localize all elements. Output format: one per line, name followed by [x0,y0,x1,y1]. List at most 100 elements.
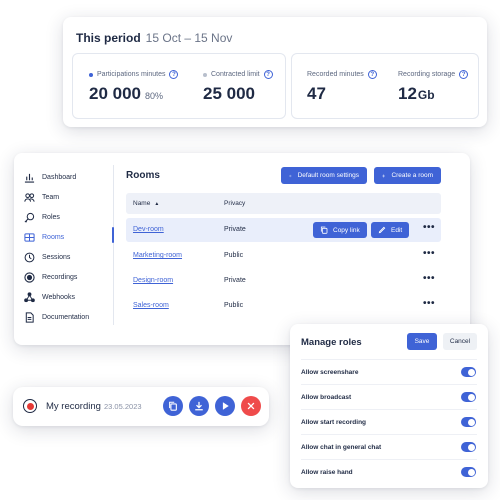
sidebar-item-label: Team [42,193,60,201]
room-name-link[interactable]: Dev-room [133,226,164,233]
recording-storage-number: 12 [398,84,417,103]
room-privacy: Public [224,252,244,259]
default-room-settings-button[interactable]: Default room settings [281,167,367,184]
copy-link-button[interactable]: Copy link [313,222,367,238]
sidebar-item-recordings[interactable]: Recordings [24,267,112,287]
download-button[interactable] [189,396,209,416]
table-row[interactable]: Marketing-room Public ••• [126,244,441,268]
participation-minutes-label: Participations minutes ? [89,70,179,79]
copy-icon [169,401,177,411]
sidebar-item-dashboard[interactable]: Dashboard [24,167,112,187]
period-range: 15 Oct – 15 Nov [145,31,233,45]
team-icon [24,192,35,202]
record-icon [23,399,37,413]
create-room-label: Create a room [391,172,433,179]
sidebar-item-sessions[interactable]: Sessions [24,247,112,267]
sidebar-item-label: Roles [42,213,60,221]
copy-button[interactable] [163,396,183,416]
info-icon[interactable]: ? [367,70,377,79]
participation-minutes-value: 20 000 80% [89,84,163,104]
rooms-icon [24,232,35,242]
permission-label: Allow broadcast [301,394,352,401]
room-name-link[interactable]: Design-room [133,277,173,284]
sidebar-item-webhooks[interactable]: Webhooks [24,287,112,307]
more-options-icon[interactable]: ••• [423,273,435,284]
sidebar: Dashboard Team Roles Rooms Sessions Reco… [24,167,112,327]
recorded-minutes-label: Recorded minutes ? [307,70,377,79]
sidebar-item-roles[interactable]: Roles [24,207,112,227]
more-options-icon[interactable]: ••• [423,248,435,259]
contracted-limit-value: 25 000 [203,84,255,103]
contracted-dot [203,72,207,77]
permission-row-general-chat: Allow chat in general chat [301,434,477,459]
permission-row-screenshare: Allow screenshare [301,359,477,384]
default-room-settings-label: Default room settings [297,172,359,179]
sidebar-item-label: Rooms [42,233,65,241]
column-header-privacy: Privacy [224,200,246,207]
edit-button[interactable]: Edit [371,222,410,238]
sidebar-divider [113,165,114,325]
recording-stats-box: Recorded minutes ? 47 Recording storage … [291,53,479,119]
sidebar-item-label: Webhooks [42,293,75,301]
cancel-button[interactable]: Cancel [443,333,477,350]
sidebar-item-team[interactable]: Team [24,187,112,207]
sidebar-item-label: Sessions [42,253,71,261]
participation-dot [89,72,93,77]
table-row[interactable]: Dev-room Private Copy link Edit ••• [126,218,441,242]
permission-label: Allow chat in general chat [301,444,382,451]
webhooks-icon [24,291,35,302]
recording-storage-label: Recording storage ? [398,70,469,79]
roles-icon [24,212,35,222]
recorded-minutes-label-text: Recorded minutes [307,71,364,78]
more-options-icon[interactable]: ••• [423,222,435,233]
sidebar-item-documentation[interactable]: Documentation [24,307,112,327]
sessions-icon [24,252,35,262]
toggle-switch[interactable] [461,467,476,477]
info-icon[interactable]: ? [263,70,273,79]
sidebar-active-indicator [112,227,114,243]
play-button[interactable] [215,396,235,416]
sidebar-item-label: Documentation [42,313,90,321]
room-privacy: Private [224,277,246,284]
rooms-panel: Dashboard Team Roles Rooms Sessions Reco… [14,153,470,345]
contracted-limit-label: Contracted limit ? [203,70,273,79]
delete-button[interactable] [241,396,261,416]
dialog-title: Manage roles [301,337,362,348]
sort-ascending-icon[interactable]: ▲ [154,201,159,207]
more-options-icon[interactable]: ••• [423,298,435,309]
participation-minutes-number: 20 000 [89,84,141,103]
toggle-switch[interactable] [461,367,476,377]
recording-player-bar: My recording 23.05.2023 [13,387,269,426]
toggle-switch[interactable] [461,417,476,427]
column-header-name[interactable]: Name ▲ [133,200,159,207]
room-name-link[interactable]: Marketing-room [133,252,182,259]
room-name-link[interactable]: Sales-room [133,302,169,309]
gear-icon [289,174,292,177]
toggle-switch[interactable] [461,392,476,402]
permission-row-start-recording: Allow start recording [301,409,477,434]
period-title: This period 15 Oct – 15 Nov [76,31,232,45]
permission-row-raise-hand: Allow raise hand [301,459,477,484]
plus-icon [382,174,386,177]
rooms-table-header: Name ▲ Privacy [126,193,441,214]
sidebar-item-rooms[interactable]: Rooms [24,227,112,247]
play-icon [222,402,229,410]
table-row[interactable]: Design-room Private ••• [126,269,441,293]
room-privacy: Public [224,302,244,309]
manage-roles-dialog: Manage roles Save Cancel Allow screensha… [290,324,488,488]
table-row[interactable]: Sales-room Public ••• [126,294,441,318]
info-icon[interactable]: ? [169,70,179,79]
participation-minutes-label-text: Participations minutes [97,71,166,78]
info-icon[interactable]: ? [459,70,469,79]
toggle-switch[interactable] [461,442,476,452]
period-title-label: This period [76,31,141,45]
save-button[interactable]: Save [407,333,437,350]
recording-storage-value: 12Gb [398,84,435,104]
edit-label: Edit [391,226,403,234]
recordings-icon [24,271,35,283]
copy-link-label: Copy link [333,226,360,234]
sidebar-item-label: Recordings [42,273,78,281]
documentation-icon [25,311,34,323]
page-title: Rooms [126,170,160,181]
create-room-button[interactable]: Create a room [374,167,441,184]
